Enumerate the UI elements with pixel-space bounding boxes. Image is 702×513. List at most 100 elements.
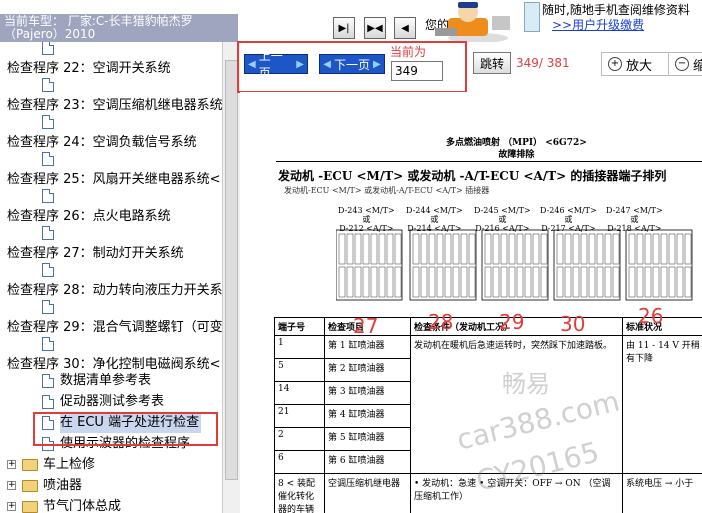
selection-highlight-box <box>33 412 218 446</box>
connector-pin <box>532 233 540 265</box>
tree-doc-item[interactable] <box>0 112 222 132</box>
connector-pin <box>412 266 420 298</box>
document-viewer[interactable]: 多点燃油喷射 （MPI） <6G72> 故障排除 发动机 -ECU <M/T> … <box>240 92 702 513</box>
connector-pin <box>660 266 668 298</box>
connector-label-top: D-245 <M/T> <box>474 206 531 215</box>
connector-label-mid: 或 <box>630 215 639 224</box>
annotation-number: 28 <box>428 310 454 334</box>
tree-doc-item[interactable] <box>0 75 222 95</box>
connector-label-top: D-247 <M/T> <box>606 206 663 215</box>
folder-icon <box>22 501 38 513</box>
connector-pin <box>468 233 476 265</box>
doc-title: 发动机 -ECU <M/T> 或发动机 -A/T-ECU <A/T> 的插接器端… <box>278 169 667 183</box>
connector-pin <box>428 266 436 298</box>
expand-icon[interactable]: + <box>7 481 16 490</box>
connector-pin <box>652 266 660 298</box>
tree-folder[interactable]: + 喷油器 <box>0 476 222 496</box>
tree-doc-item[interactable] <box>0 334 222 354</box>
table-row: 1第 1 缸喷油器 发动机在暖机后急速运转时，突然踩下加速踏板。由 11 - 14… <box>274 335 702 474</box>
connector-pin <box>420 233 428 265</box>
connector-pin <box>524 266 532 298</box>
connector-pin <box>636 233 644 265</box>
tree-scrollbar[interactable] <box>222 42 240 513</box>
item-cell: 空调压缩机继电器 <box>324 473 411 513</box>
connector-pin <box>370 233 378 265</box>
connector-pin <box>556 266 564 298</box>
connector-pin <box>394 266 402 298</box>
tree-doc-item[interactable] <box>0 260 222 280</box>
header-bar: 当前车型： 厂家:C-长丰猎豹帕杰罗（Pajero）2010 ▶| ▶◀ ◀ 您… <box>0 0 702 42</box>
tree-doc-item[interactable] <box>0 297 222 317</box>
tree-doc-item[interactable] <box>0 186 222 206</box>
connector-pin <box>684 233 692 265</box>
document-icon <box>42 42 54 55</box>
page-count: 349/ 381 <box>516 56 570 70</box>
connector-pin <box>580 233 588 265</box>
connector-pin <box>644 266 652 298</box>
connector-pin <box>460 266 468 298</box>
tree-item-label: 促动器测试参考表 <box>60 394 165 409</box>
tree-folder[interactable]: + 节气门体总成 <box>0 497 222 513</box>
item-cell: 第 6 缸喷油器 <box>324 450 411 474</box>
connector-pin <box>484 233 492 265</box>
connector-pin <box>452 266 460 298</box>
connector-pin <box>508 233 516 265</box>
doc-header-line1: 多点燃油喷射 （MPI） <6G72> <box>446 138 587 148</box>
tree-doc-item[interactable] <box>0 149 222 169</box>
tree-doc-item[interactable] <box>0 42 222 58</box>
connector-pin <box>628 266 636 298</box>
connector-label-mid: 或 <box>564 215 573 224</box>
folder-icon <box>22 480 38 492</box>
connector-pin <box>420 266 428 298</box>
zoom-out-button[interactable]: − 缩 <box>668 52 702 76</box>
connector-pin <box>668 266 676 298</box>
connector-pin <box>668 233 676 265</box>
tree-item-label: 数据清单参考表 <box>60 373 152 388</box>
connector-pin <box>636 266 644 298</box>
connector-pin <box>338 266 346 298</box>
connector-pin <box>588 233 596 265</box>
watermark: 畅易 <box>502 370 550 398</box>
terminal-cell: 2 <box>274 427 325 451</box>
tree-scrollbar-thumb[interactable] <box>225 60 238 480</box>
collapse-icon[interactable]: ◀ <box>394 17 416 39</box>
arrow-right-icon[interactable]: ▶| <box>333 17 355 39</box>
connector-pin <box>572 233 580 265</box>
connector-pin <box>516 266 524 298</box>
doc-divider <box>276 161 702 162</box>
tree-folder-label: 节气门体总成 <box>43 499 122 513</box>
upgrade-link[interactable]: >>用户升级缴费 <box>552 16 644 33</box>
connector-label-top: D-244 <M/T> <box>406 206 463 215</box>
connector-pin <box>346 266 354 298</box>
connector-pin <box>460 233 468 265</box>
connector-pin <box>660 233 668 265</box>
annotation-number: 29 <box>499 310 525 334</box>
expand-icon[interactable]: + <box>7 460 16 469</box>
terminal-cell: 5 <box>274 358 325 382</box>
document-icon <box>42 152 54 166</box>
connector-pin <box>354 266 362 298</box>
document-icon <box>42 189 54 203</box>
connector-pin <box>378 266 386 298</box>
tree-doc-item[interactable]: 数据清单参考表 <box>0 371 222 391</box>
item-cell: 第 5 缸喷油器 <box>324 427 411 451</box>
expand-both-icon[interactable]: ▶◀ <box>364 17 386 39</box>
tree-doc-item[interactable] <box>0 223 222 243</box>
standard-cell: 系统电压 → 小于 <box>622 473 702 513</box>
doc-subtitle: 发动机-ECU <M/T> 或发动机-A/T-ECU <A/T> 插接器 <box>284 186 490 195</box>
tree-folder-label: 喷油器 <box>43 478 83 493</box>
tree-doc-item[interactable]: 促动器测试参考表 <box>0 392 222 412</box>
connector-pin <box>540 233 548 265</box>
expand-icon[interactable]: + <box>7 502 16 511</box>
item-cell: 第 2 缸喷油器 <box>324 358 411 382</box>
connector-pin <box>564 266 572 298</box>
document-icon <box>42 395 54 409</box>
connector-diagram <box>336 229 693 301</box>
connector-pin <box>500 266 508 298</box>
document-icon <box>42 374 54 388</box>
zoom-out-icon: − <box>675 57 689 71</box>
tree-folder[interactable]: + 车上检修 <box>0 455 222 475</box>
connector-label-top: D-243 <M/T> <box>338 206 395 215</box>
connector-pin <box>346 233 354 265</box>
jump-button[interactable]: 跳转 <box>473 52 511 74</box>
